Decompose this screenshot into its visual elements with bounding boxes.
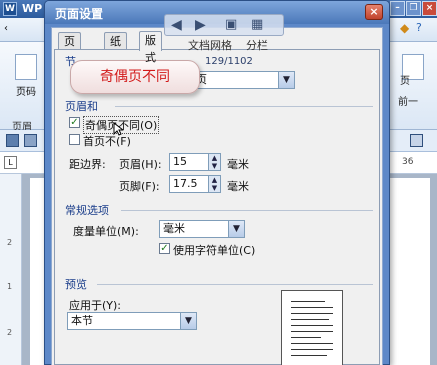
app-window-controls: – ❐ × (389, 0, 437, 18)
measure-unit-combo[interactable]: 毫米 ▼ (159, 220, 245, 238)
overlay-tab-columns[interactable]: 分栏 (246, 37, 268, 53)
ruler-mark-1: 2 (7, 238, 13, 247)
divider (115, 106, 373, 107)
header-footer-title: 页眉和 (65, 100, 98, 113)
header-distance-label: 页眉(H): (119, 158, 162, 171)
page-setup-dialog: 页面设置 × 页边距 纸张 版式 节 页 ▼ 页眉和 ✓ 奇偶页不同(O) 首页… (44, 0, 390, 365)
save-icon[interactable]: ▣ (225, 17, 237, 32)
floating-nav-toolbar: ◀ ▶ ▣ ▦ (164, 14, 284, 36)
odd-even-checkbox[interactable]: ✓ (69, 117, 80, 128)
char-units-checkbox[interactable]: ✓ (159, 243, 170, 254)
preview-line (291, 325, 333, 326)
mouse-cursor-icon (113, 122, 123, 136)
print-icon[interactable] (24, 134, 37, 147)
tab-paper[interactable]: 纸张 (104, 32, 127, 65)
from-edge-label: 距边界: (69, 158, 106, 171)
apply-to-label: 应用于(Y): (69, 299, 122, 312)
spinner-arrows-icon[interactable]: ▲ ▼ (208, 154, 220, 170)
page-number-label: 页码 (16, 87, 36, 98)
tab-layout[interactable]: 版式 (139, 31, 162, 64)
ruler-mark-3: 2 (7, 328, 13, 337)
tab-margins[interactable]: 页边距 (58, 32, 81, 82)
chevron-down-icon: ▼ (228, 221, 244, 237)
preview-line (291, 349, 333, 350)
grid-icon[interactable]: ▦ (251, 17, 263, 32)
next-arrow-icon[interactable]: ▶ (195, 17, 206, 33)
app-close-icon[interactable]: × (422, 1, 437, 16)
footer-unit: 毫米 (227, 180, 249, 193)
preview-line (291, 319, 329, 320)
preview-line (291, 301, 325, 302)
ruler-number: 36 (402, 157, 414, 167)
page-number-icon (15, 54, 37, 80)
preview-line (291, 355, 327, 356)
page-number-button[interactable]: 页码 (6, 48, 46, 110)
help-icon[interactable]: ? (416, 21, 422, 34)
general-options-title: 常规选项 (65, 204, 109, 217)
preview-title: 预览 (65, 278, 87, 291)
skin-icon[interactable]: ◆ (400, 21, 409, 35)
preview-line (291, 337, 321, 338)
first-page-label[interactable]: 首页不(F) (83, 133, 131, 149)
ribbon-right-label-1: 页 (400, 76, 410, 87)
footer-distance-spinner[interactable]: 17.5 ▲ ▼ (169, 175, 221, 193)
chevron-down-icon: ▼ (180, 313, 196, 329)
tab-stop-icon[interactable]: L (4, 156, 17, 169)
preview-line (291, 343, 333, 344)
footer-distance-label: 页脚(F): (119, 180, 160, 193)
preview-line (291, 307, 333, 308)
callout-bubble: 奇偶页不同 (70, 60, 200, 94)
dialog-close-button[interactable]: × (365, 4, 383, 20)
header-distance-value: 15 (173, 155, 187, 168)
header-distance-spinner[interactable]: 15 ▲ ▼ (169, 153, 221, 171)
minimize-icon[interactable]: – (390, 1, 405, 16)
apply-to-value: 本节 (71, 314, 93, 327)
divider (121, 210, 373, 211)
spinner-arrows-icon[interactable]: ▲ ▼ (208, 176, 220, 192)
dialog-title: 页面设置 (55, 7, 104, 21)
apply-to-combo[interactable]: 本节 ▼ (67, 312, 197, 330)
header-unit: 毫米 (227, 158, 249, 171)
ribbon-right-label-2: 前一 (398, 97, 418, 108)
preview-line (291, 331, 333, 332)
chevron-down-icon: ▼ (278, 72, 294, 88)
wps-logo-icon: W (3, 2, 17, 16)
page-indicator: 129/1102 (205, 56, 253, 67)
overlay-tab-grid[interactable]: 文档网格 (188, 37, 232, 53)
prev-arrow-icon[interactable]: ◀ (171, 17, 182, 33)
char-units-label[interactable]: 使用字符单位(C) (173, 242, 255, 258)
vertical-ruler: 2 1 2 (0, 174, 22, 365)
ruler-mark-2: 1 (7, 282, 13, 291)
ribbon-scroll-left-icon[interactable]: ‹ (4, 23, 8, 34)
footer-distance-value: 17.5 (173, 177, 198, 190)
first-page-checkbox[interactable] (69, 134, 80, 145)
layout-tab-panel: 节 页 ▼ 页眉和 ✓ 奇偶页不同(O) 首页不(F) 距边界: 页眉(H): … (54, 49, 380, 365)
app-title: WP (22, 2, 43, 15)
divider (97, 284, 373, 285)
save-icon[interactable] (6, 134, 19, 147)
preview-line (291, 313, 333, 314)
measure-unit-label: 度量单位(M): (73, 225, 139, 238)
page-preview (281, 290, 343, 365)
measure-unit-value: 毫米 (163, 222, 185, 235)
restore-icon[interactable]: ❐ (406, 1, 421, 16)
options-icon[interactable] (410, 134, 423, 147)
